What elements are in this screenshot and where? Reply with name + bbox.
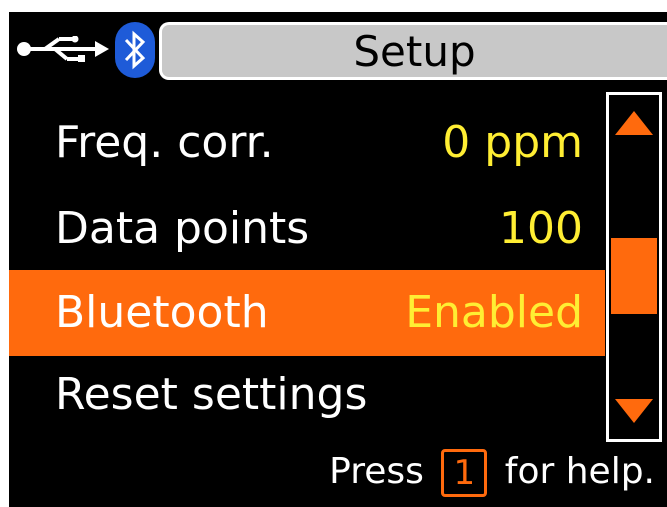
page-title: Setup <box>159 22 667 80</box>
menu-item-value: 0 ppm <box>442 117 583 168</box>
scroll-down-arrow-icon[interactable] <box>615 399 653 423</box>
scrollbar[interactable] <box>606 92 662 442</box>
help-hint-suffix: for help. <box>504 451 655 492</box>
menu-item-reset-settings[interactable]: Reset settings <box>9 352 605 438</box>
bluetooth-icon <box>115 22 155 78</box>
menu-item-label: Bluetooth <box>55 287 269 338</box>
scroll-up-arrow-icon[interactable] <box>615 111 653 135</box>
menu-item-data-points[interactable]: Data points 100 <box>9 186 605 272</box>
help-hint: Press 1 for help. <box>329 442 655 502</box>
menu-item-label: Data points <box>55 203 310 254</box>
help-key-icon: 1 <box>441 449 488 497</box>
scrollbar-thumb[interactable] <box>611 238 657 314</box>
device-screen: Setup Freq. corr. 0 ppm Data points 100 … <box>9 12 667 507</box>
menu-item-value: 100 <box>499 203 583 254</box>
menu-item-bluetooth[interactable]: Bluetooth Enabled <box>9 270 605 356</box>
menu-item-label: Reset settings <box>55 369 368 420</box>
menu-item-freq-corr[interactable]: Freq. corr. 0 ppm <box>9 100 605 186</box>
usb-icon <box>17 36 109 62</box>
menu-item-value: Enabled <box>405 287 583 338</box>
menu-item-label: Freq. corr. <box>55 117 274 168</box>
help-hint-prefix: Press <box>329 451 424 492</box>
